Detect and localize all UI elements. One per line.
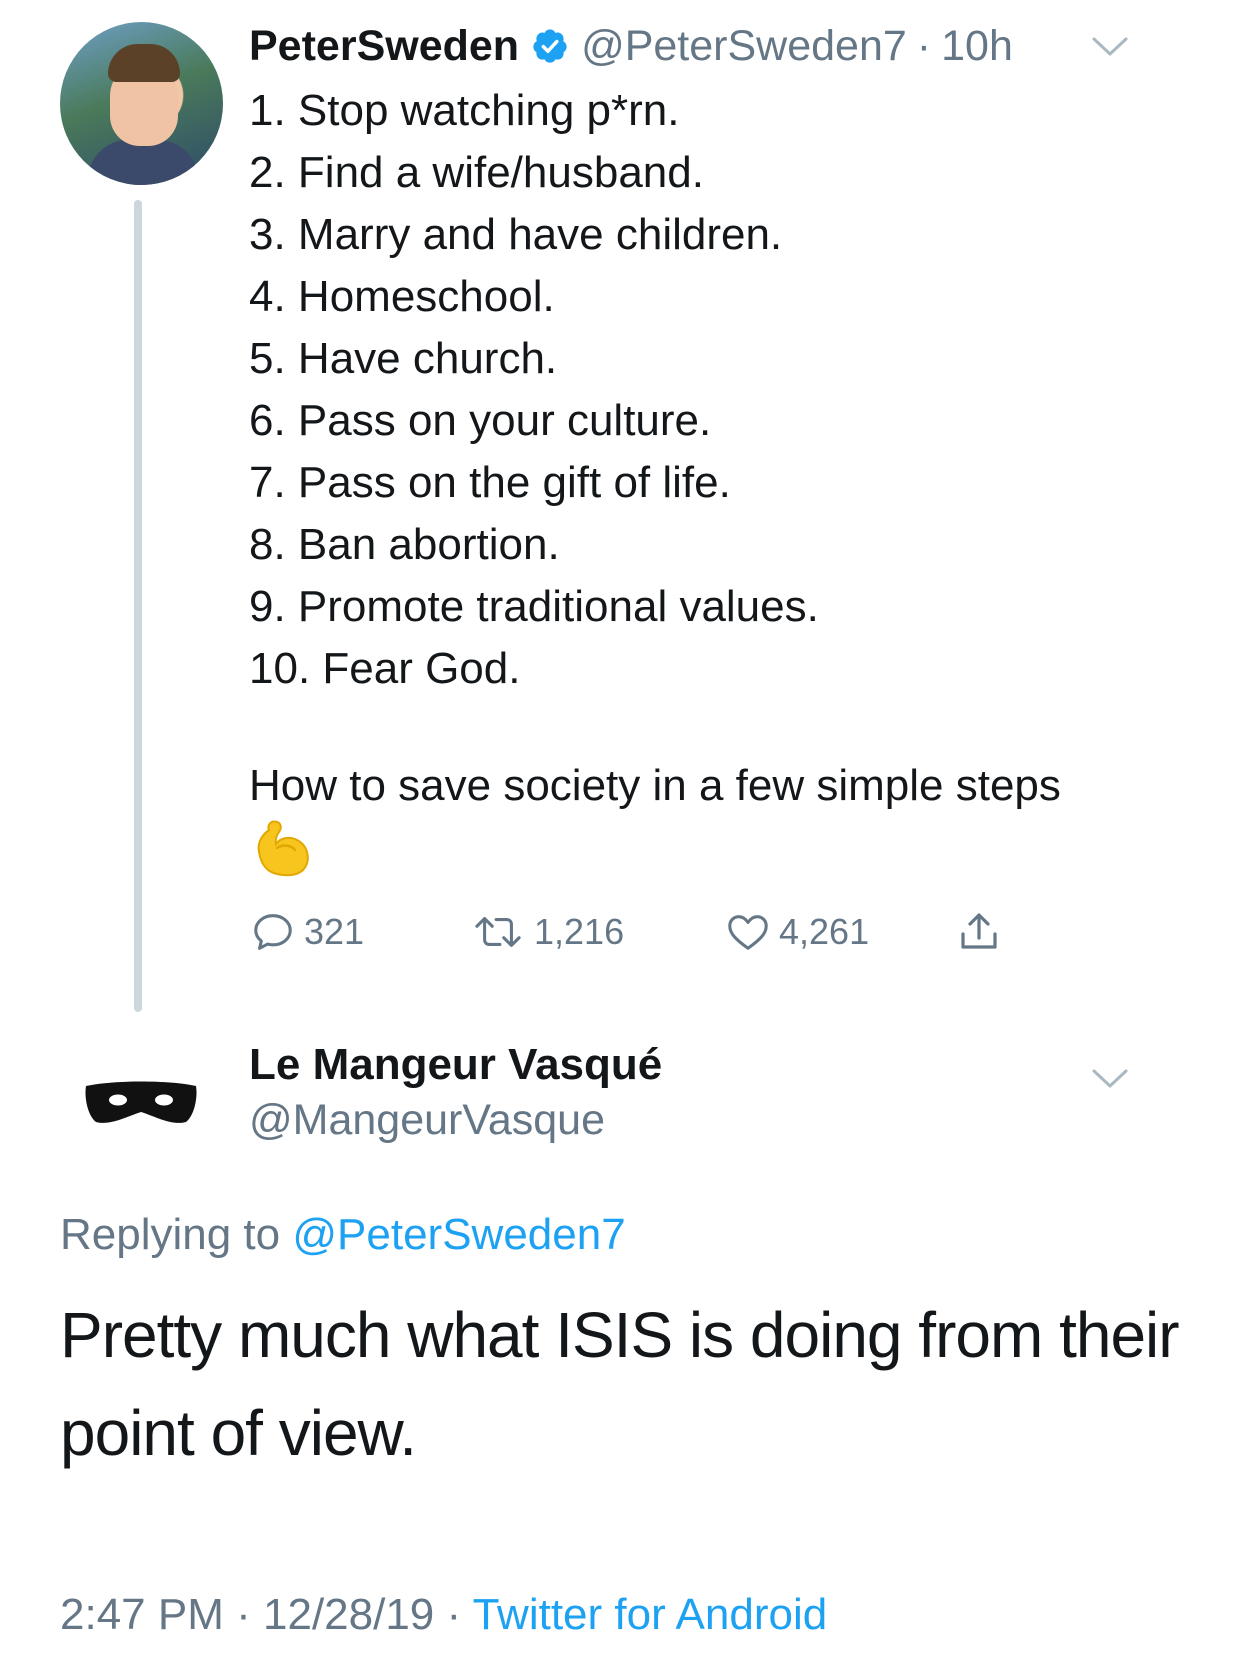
tweet-line: 8. Ban abortion. (249, 520, 560, 569)
tweet-closing-text: How to save society in a few simple step… (249, 761, 1061, 810)
reply-author-display-name[interactable]: Le Mangeur Vasqué (249, 1040, 662, 1090)
avatar-hair (108, 44, 180, 82)
share-action[interactable] (955, 904, 1011, 960)
meta-separator: · (916, 21, 932, 70)
retweet-action[interactable]: 1,216 (470, 904, 624, 960)
avatar-shirt (88, 140, 198, 185)
tweet-line: 10. Fear God. (249, 644, 521, 693)
reply-bubble-icon (254, 914, 292, 950)
reply-source-link[interactable]: Twitter for Android (473, 1590, 828, 1639)
replying-prefix: Replying to (60, 1210, 281, 1259)
retweet-count: 1,216 (534, 911, 625, 952)
reply-date: 12/28/19 (263, 1590, 435, 1639)
tweet-body-list: 1. Stop watching p*rn. 2. Find a wife/hu… (249, 80, 819, 700)
tweet-time[interactable]: 10h (941, 22, 1013, 71)
meta-separator: · (236, 1590, 251, 1639)
reply-body-text: Pretty much what ISIS is doing from thei… (60, 1299, 1180, 1469)
author-avatar[interactable] (60, 22, 223, 185)
like-count: 4,261 (779, 911, 870, 952)
heart-icon (728, 915, 768, 950)
tweet-line: 2. Find a wife/husband. (249, 148, 704, 197)
reply-count: 321 (304, 911, 365, 952)
reply-time: 2:47 PM (60, 1590, 224, 1639)
flexed-biceps-emoji-icon (257, 820, 309, 877)
tweet-menu-chevron-down-icon[interactable] (1090, 34, 1130, 60)
share-icon (961, 913, 997, 949)
replying-to-link[interactable]: @PeterSweden7 (292, 1210, 625, 1259)
tweet-line: 5. Have church. (249, 334, 558, 383)
author-display-name[interactable]: PeterSweden (249, 22, 519, 71)
tweet-line: 9. Promote traditional values. (249, 582, 819, 631)
verified-badge-icon (533, 29, 567, 63)
tweet-line: 1. Stop watching p*rn. (249, 86, 680, 135)
author-handle[interactable]: @PeterSweden7 (581, 22, 907, 71)
mask-avatar-icon[interactable] (82, 1076, 200, 1128)
reply-metadata: 2:47 PM · 12/28/19 · Twitter for Android (60, 1590, 827, 1640)
retweet-icon (475, 917, 521, 947)
reply-author-handle[interactable]: @MangeurVasque (249, 1096, 605, 1145)
tweet-actions-bar: 321 1,216 4,261 (250, 904, 1010, 960)
tweet-line: 4. Homeschool. (249, 272, 555, 321)
tweet-header: PeterSweden @PeterSweden7 · 10h (249, 18, 1013, 74)
meta-separator: · (446, 1590, 462, 1639)
thread-connector-line (134, 200, 142, 1012)
reply-menu-chevron-down-icon[interactable] (1090, 1066, 1130, 1092)
tweet-line: 7. Pass on the gift of life. (249, 458, 731, 507)
like-action[interactable]: 4,261 (725, 904, 869, 960)
reply-action[interactable]: 321 (250, 904, 364, 960)
tweet-line: 6. Pass on your culture. (249, 396, 712, 445)
tweet-line: 3. Marry and have children. (249, 210, 783, 259)
replying-to-line: Replying to @PeterSweden7 (60, 1210, 626, 1260)
